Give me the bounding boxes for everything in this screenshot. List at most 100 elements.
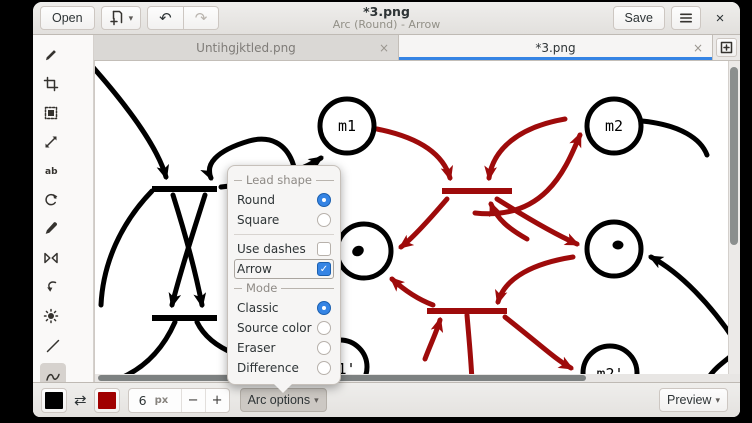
- red-arcs: [377, 119, 580, 381]
- option-label: Source color: [237, 321, 312, 335]
- tab-bar-end: [713, 35, 740, 60]
- place-label-m2: m2: [605, 117, 623, 135]
- tab-close-icon[interactable]: ×: [379, 41, 389, 55]
- radio-checked-icon[interactable]: [317, 301, 331, 315]
- save-button[interactable]: Save: [613, 6, 666, 30]
- undo-button[interactable]: ↶: [147, 6, 184, 30]
- section-title-lead-shape: Lead shape: [234, 173, 334, 187]
- preview-button[interactable]: Preview ▾: [659, 388, 728, 412]
- places: [313, 99, 641, 382]
- petri-net-drawing: m1 m2 m1' m2': [95, 61, 740, 382]
- scale-icon: [43, 134, 59, 150]
- tab-bar: Untihgjktled.png × *3.png ×: [94, 35, 740, 61]
- radio-checked-icon[interactable]: [317, 193, 331, 207]
- undo-redo-group: ↶ ↷: [147, 6, 219, 30]
- svg-text:ab: ab: [45, 167, 58, 177]
- option-use-dashes[interactable]: Use dashes: [234, 239, 334, 259]
- close-icon: ×: [716, 10, 725, 27]
- tool-selection[interactable]: [38, 100, 64, 125]
- option-label: Classic: [237, 301, 279, 315]
- option-eraser[interactable]: Eraser: [234, 338, 334, 358]
- desktop: *3.png Arc (Round) - Arrow Open ▾ ↶ ↷: [0, 0, 752, 423]
- tool-color-picker[interactable]: [38, 216, 64, 241]
- new-tab-icon: [720, 41, 733, 54]
- popover-separator: [234, 234, 334, 235]
- option-label: Use dashes: [237, 242, 306, 256]
- tool-line[interactable]: [40, 332, 66, 359]
- checkbox-unchecked-icon[interactable]: [317, 242, 331, 256]
- header-left-controls: Open ▾ ↶ ↷: [40, 6, 219, 30]
- new-tab-button[interactable]: [716, 38, 737, 57]
- crop-icon: [43, 76, 59, 92]
- radio-unchecked-icon[interactable]: [317, 321, 331, 335]
- primary-color-button[interactable]: [41, 388, 67, 413]
- tool-size-unit: px: [155, 395, 181, 406]
- line-tool-icon: [45, 338, 61, 354]
- new-image-icon: [109, 10, 125, 26]
- window-close-button[interactable]: ×: [707, 6, 733, 30]
- paint-icon: [43, 279, 59, 295]
- horizontal-scrollbar[interactable]: [95, 374, 740, 382]
- section-title-mode: Mode: [234, 281, 334, 295]
- tool-size-spinner: 6 px − +: [128, 388, 230, 413]
- option-square[interactable]: Square: [234, 210, 334, 230]
- rotate-icon: [43, 192, 59, 208]
- preview-label: Preview: [667, 393, 711, 407]
- open-button[interactable]: Open: [40, 6, 95, 30]
- option-label: Eraser: [237, 341, 275, 355]
- content-column: Untihgjktled.png × *3.png ×: [94, 35, 740, 382]
- chevron-down-icon: ▾: [314, 395, 319, 406]
- tool-scale[interactable]: [38, 129, 64, 154]
- vertical-scrollbar-thumb[interactable]: [730, 67, 738, 245]
- chevron-down-icon: ▾: [129, 13, 134, 24]
- size-decrease-button[interactable]: −: [181, 389, 205, 412]
- header-right-controls: Save ×: [613, 6, 734, 30]
- main-area: ab: [33, 35, 740, 382]
- place-label-m1: m1: [338, 117, 356, 135]
- option-classic[interactable]: Classic: [234, 298, 334, 318]
- swap-colors-button[interactable]: ⇄: [69, 388, 92, 412]
- radio-unchecked-icon[interactable]: [317, 341, 331, 355]
- vertical-scrollbar[interactable]: [728, 61, 740, 374]
- size-increase-button[interactable]: +: [205, 389, 229, 412]
- eyedropper-icon: [43, 221, 59, 237]
- text-tool-icon: ab: [43, 163, 59, 179]
- selection-icon: [43, 105, 59, 121]
- option-label: Round: [237, 193, 275, 207]
- secondary-color-chip: [98, 392, 116, 409]
- brightness-sun-icon: [43, 308, 59, 324]
- tab-untitled[interactable]: Untihgjktled.png ×: [94, 35, 399, 60]
- secondary-color-button[interactable]: [94, 388, 120, 413]
- redo-button[interactable]: ↷: [184, 6, 220, 30]
- option-round[interactable]: Round: [234, 190, 334, 210]
- tool-size-value[interactable]: 6: [129, 393, 155, 408]
- chevron-down-icon: ▾: [715, 395, 720, 406]
- hamburger-menu-icon: [679, 12, 693, 24]
- horizontal-scrollbar-thumb[interactable]: [98, 375, 586, 381]
- option-label: Arrow: [237, 262, 272, 276]
- tool-pencil[interactable]: [38, 42, 64, 67]
- tool-flip[interactable]: [38, 245, 64, 270]
- checkbox-checked-icon[interactable]: ✓: [317, 262, 331, 276]
- black-arcs: [95, 65, 740, 379]
- primary-color-chip: [45, 392, 63, 409]
- tab-close-icon[interactable]: ×: [693, 41, 703, 55]
- tool-rotate[interactable]: [38, 187, 64, 212]
- arc-options-label: Arc options: [248, 393, 311, 407]
- main-menu-button[interactable]: [671, 6, 701, 30]
- tool-text[interactable]: ab: [38, 158, 64, 183]
- undo-icon: ↶: [159, 11, 172, 26]
- arc-options-popover: Lead shape Round Square Use dashes Arrow…: [227, 165, 341, 385]
- tool-crop[interactable]: [38, 71, 64, 96]
- option-difference[interactable]: Difference: [234, 358, 334, 378]
- option-source-color[interactable]: Source color: [234, 318, 334, 338]
- radio-unchecked-icon[interactable]: [317, 361, 331, 375]
- tool-paint[interactable]: [38, 274, 64, 299]
- new-image-menu-button[interactable]: ▾: [101, 6, 142, 30]
- option-arrow[interactable]: Arrow ✓: [234, 259, 334, 279]
- tab-3png[interactable]: *3.png ×: [399, 35, 713, 60]
- drawing-app-window: *3.png Arc (Round) - Arrow Open ▾ ↶ ↷: [33, 2, 740, 417]
- radio-unchecked-icon[interactable]: [317, 213, 331, 227]
- drawing-canvas[interactable]: m1 m2 m1' m2': [94, 61, 740, 382]
- tool-saturate[interactable]: [38, 303, 64, 328]
